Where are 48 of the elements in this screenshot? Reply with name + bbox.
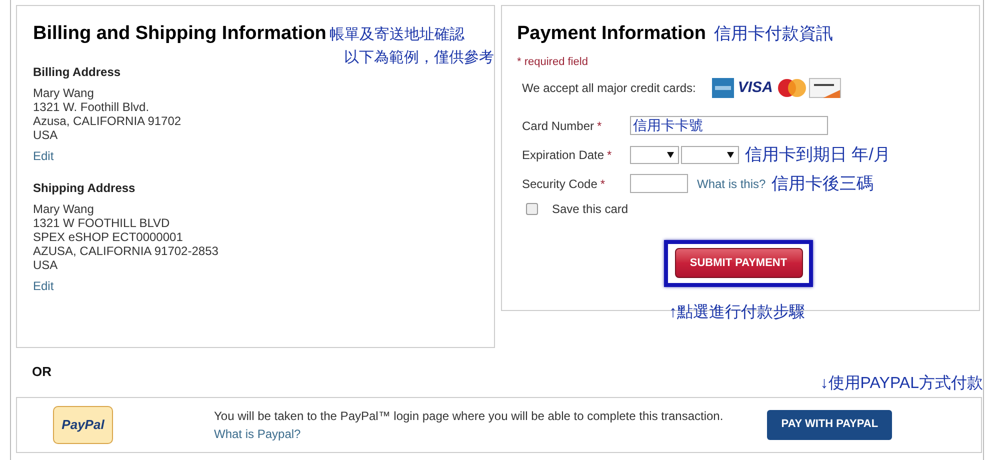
annotation-text: 信用卡到期日 年/月 bbox=[745, 144, 890, 166]
section-title: Billing and Shipping Information bbox=[33, 22, 326, 46]
address-line: 1321 W. Foothill Blvd. bbox=[33, 100, 150, 114]
card-icon bbox=[808, 78, 841, 98]
address-line: SPEX eSHOP ECT0000001 bbox=[33, 230, 184, 244]
cards-label: We accept all major credit cards: bbox=[522, 80, 696, 98]
edit-link[interactable]: Edit bbox=[33, 277, 54, 295]
overlapping-circles-icon bbox=[776, 78, 807, 98]
or-label: OR bbox=[32, 363, 52, 381]
checkbox[interactable] bbox=[526, 202, 538, 214]
checkbox-label: Save this card bbox=[552, 200, 628, 218]
address-line: Mary Wang bbox=[33, 86, 95, 100]
help-link[interactable]: What is this? bbox=[697, 174, 766, 192]
address-heading: Shipping Address bbox=[33, 180, 136, 197]
required-mark: * bbox=[607, 146, 612, 164]
paypal-button[interactable]: PAY WITH PAYPAL bbox=[767, 410, 892, 440]
annotation-text: ↓使用PAYPAL方式付款 bbox=[820, 374, 983, 394]
field-label: Security Code bbox=[522, 176, 598, 192]
annotation-text: 信用卡後三碼 bbox=[772, 172, 874, 195]
address-line: Azusa, CALIFORNIA 91702 bbox=[33, 114, 182, 128]
paypal-message: You will be taken to the PayPal™ login page where you will be able to complete this transaction. bbox=[214, 408, 724, 424]
address-line: 1321 W FOOTHILL BLVD bbox=[33, 216, 171, 230]
card-icon bbox=[712, 78, 734, 98]
annotation-text: 以下為範例，僅供參考 bbox=[344, 48, 494, 68]
address-heading: Billing Address bbox=[33, 64, 121, 81]
field-label: Card Number bbox=[522, 118, 594, 134]
caret-icon bbox=[667, 152, 674, 158]
caret-icon bbox=[727, 152, 734, 158]
address-line: Mary Wang bbox=[33, 202, 95, 216]
address-line: USA bbox=[33, 128, 59, 142]
security-code-field[interactable] bbox=[630, 174, 688, 193]
annotation-text: 信用卡付款資訊 bbox=[714, 23, 833, 45]
field-label: Expiration Date bbox=[522, 146, 604, 164]
paypal-logo: PayPal bbox=[53, 406, 113, 444]
address-line: AZUSA, CALIFORNIA 91702-2853 bbox=[33, 244, 220, 258]
submit-button[interactable]: SUBMIT PAYMENT bbox=[674, 248, 802, 278]
required-mark: * bbox=[600, 176, 606, 192]
edit-link[interactable]: Edit bbox=[33, 147, 54, 165]
dropdown[interactable] bbox=[630, 146, 679, 164]
visa-logo: VISA bbox=[738, 78, 773, 98]
required-mark: * bbox=[597, 118, 602, 134]
annotation-text: 帳單及寄送地址確認 bbox=[329, 25, 464, 45]
required-note: * required field bbox=[517, 54, 589, 70]
section-title: Payment Information bbox=[517, 22, 706, 46]
card-number-field[interactable]: 信用卡卡號 bbox=[630, 116, 828, 135]
paypal-info-link[interactable]: What is Paypal? bbox=[214, 424, 301, 442]
annotation-text: ↑點選進行付款步驟 bbox=[669, 302, 805, 323]
address-line: USA bbox=[33, 258, 59, 272]
